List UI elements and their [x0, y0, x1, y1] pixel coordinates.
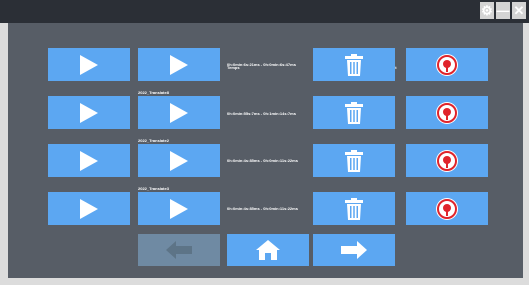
translation-name-row2: 2022_Translate8	[138, 90, 169, 95]
play-icon	[80, 54, 98, 75]
home-button[interactable]	[227, 234, 309, 266]
play-original-button-row2[interactable]	[48, 96, 130, 129]
delete-button-row2[interactable]	[313, 96, 395, 129]
translation-name-row4: 2022_Translate3	[138, 186, 169, 191]
play-icon	[170, 198, 188, 219]
close-button[interactable]: ✕	[512, 2, 526, 19]
record-icon	[436, 53, 458, 76]
play-translation-button-row2[interactable]	[138, 96, 220, 129]
rerecord-button-row2[interactable]	[406, 96, 488, 129]
trash-icon	[345, 53, 363, 76]
delete-button-row3[interactable]	[313, 144, 395, 177]
play-original-button-row1[interactable]	[48, 48, 130, 81]
trash-icon	[345, 101, 363, 124]
play-icon	[170, 102, 188, 123]
gear-icon: ⚙	[481, 2, 493, 18]
rerecord-button-row1[interactable]	[406, 48, 488, 81]
play-original-button-row3[interactable]	[48, 144, 130, 177]
close-icon: ✕	[513, 2, 525, 18]
arrow-right-icon	[341, 241, 367, 259]
record-icon	[436, 197, 458, 220]
minimize-icon: —	[496, 3, 510, 18]
next-button[interactable]	[313, 234, 395, 266]
play-translation-button-row4[interactable]	[138, 192, 220, 225]
play-translation-button-row1[interactable]	[138, 48, 220, 81]
translation-name-row3: 2022_Translate2	[138, 138, 169, 143]
rerecord-button-row4[interactable]	[406, 192, 488, 225]
play-original-button-row4[interactable]	[48, 192, 130, 225]
home-icon	[256, 240, 280, 260]
time-range-row3: 0h:0min:4s:85ms - 0h:0min:11s:22ms	[227, 158, 298, 163]
trash-icon	[345, 197, 363, 220]
play-icon	[80, 102, 98, 123]
main-panel: Fichier audio actuel 2022_Translate1 Tem…	[8, 23, 523, 278]
delete-button-row1[interactable]	[313, 48, 395, 81]
time-range-row1: 0h:0min:6s:21ms - 0h:0min:6s:47ms	[227, 62, 296, 67]
trash-icon	[345, 149, 363, 172]
arrow-left-icon	[166, 241, 192, 259]
back-button[interactable]	[138, 234, 220, 266]
time-range-row4: 0h:0min:4s:85ms - 0h:0min:11s:22ms	[227, 206, 298, 211]
delete-button-row4[interactable]	[313, 192, 395, 225]
play-icon	[80, 150, 98, 171]
play-translation-button-row3[interactable]	[138, 144, 220, 177]
time-range-row2: 0h:0min:55s:7ms - 0h:1min:14s:7ms	[227, 111, 296, 116]
settings-button[interactable]: ⚙	[480, 2, 494, 19]
rerecord-button-row3[interactable]	[406, 144, 488, 177]
record-icon	[436, 101, 458, 124]
minimize-button[interactable]: —	[496, 2, 510, 19]
record-icon	[436, 149, 458, 172]
app-window: ⚙ — ✕ Fichier audio actuel 2022_Translat…	[0, 0, 529, 285]
play-icon	[80, 198, 98, 219]
play-icon	[170, 150, 188, 171]
play-icon	[170, 54, 188, 75]
title-bar: ⚙ — ✕	[0, 0, 529, 23]
